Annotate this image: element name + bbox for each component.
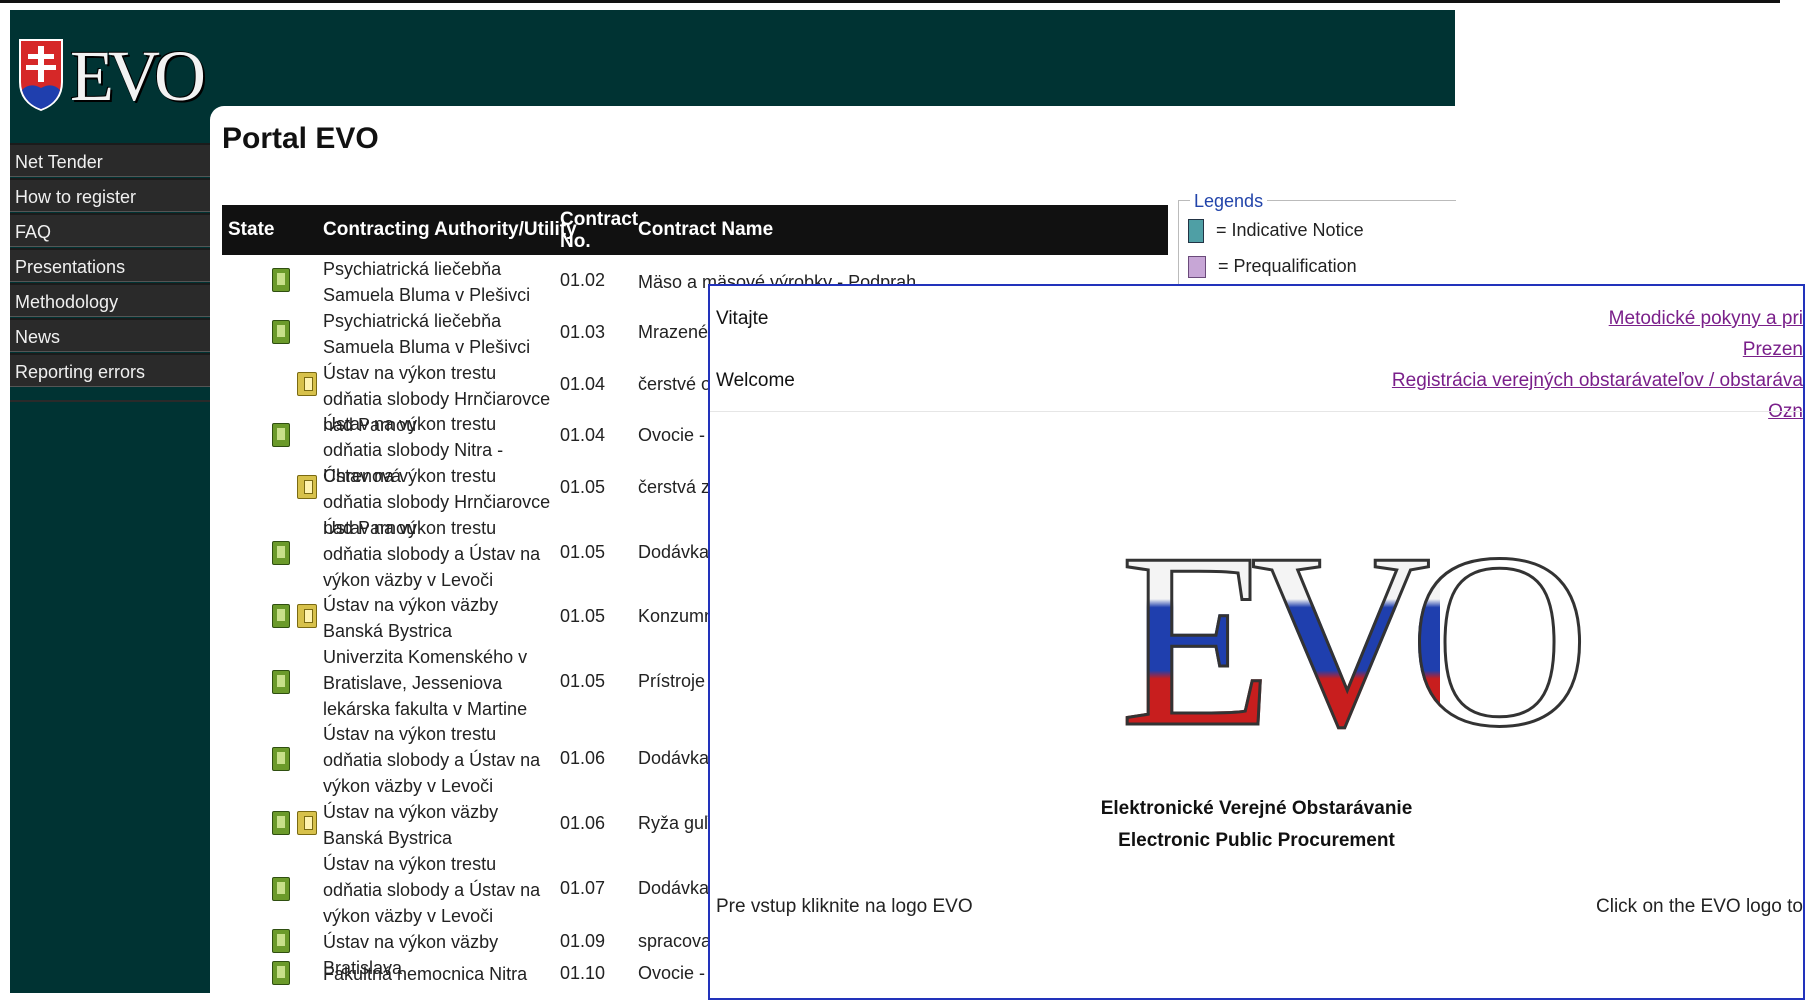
contract-name-cell[interactable]: Dodávka k — [638, 748, 718, 769]
notice-icon[interactable] — [272, 268, 290, 292]
nav-item-presentations[interactable]: Presentations — [10, 248, 210, 282]
nav-item-reporting-errors[interactable]: Reporting errors — [10, 353, 210, 387]
contract-name-cell[interactable]: Konzumn — [638, 606, 718, 627]
contract-name-cell[interactable]: čerstvé ov — [638, 374, 718, 395]
legend-prequalification: = Prequalification — [1188, 256, 1357, 279]
contract-name-cell[interactable]: Prístroje p — [638, 671, 718, 692]
authority-cell[interactable]: Psychiatrická liečebňa Samuela Bluma v P… — [323, 308, 553, 360]
notice-icon[interactable] — [272, 541, 290, 565]
enter-hint-sk: Pre vstup kliknite na logo EVO — [716, 896, 973, 917]
nav-divider — [10, 400, 210, 402]
authority-cell[interactable]: Ústav na výkon trestu odňatia slobody a … — [323, 851, 553, 929]
welcome-sk: Vitajte — [716, 308, 769, 329]
contract-name-cell[interactable]: Ryža guľa — [638, 813, 718, 834]
contract-name-cell[interactable]: Ovocie - z — [638, 963, 718, 984]
contract-name-cell[interactable]: čerstvá ze — [638, 477, 718, 498]
caption-en: Electronic Public Procurement — [1118, 830, 1395, 851]
legend-label: = Indicative Notice — [1216, 219, 1364, 240]
link-methodology-guidelines[interactable]: Metodické pokyny a pri — [1609, 308, 1803, 330]
header-bar — [210, 10, 1455, 106]
authority-cell[interactable]: Psychiatrická liečebňa Samuela Bluma v P… — [323, 256, 553, 308]
evo-logo[interactable]: EVO — [18, 38, 206, 118]
contract-no-cell: 01.04 — [560, 425, 606, 445]
caption-sk: Elektronické Verejné Obstarávanie — [1100, 798, 1413, 819]
page-title: Portal EVO — [222, 122, 379, 155]
top-border-line — [0, 0, 1780, 3]
column-header-contract-no[interactable]: Contract No. — [560, 209, 638, 253]
contract-no-cell: 01.07 — [560, 878, 606, 898]
notice-icon[interactable] — [272, 747, 290, 771]
contract-no-cell: 01.04 — [560, 374, 606, 394]
notice-icon[interactable] — [272, 811, 290, 835]
prequalification-doc-icon[interactable] — [297, 475, 317, 499]
link-registration[interactable]: Registrácia verejných obstarávateľov / o… — [1392, 370, 1803, 392]
logo-text: EVO — [70, 36, 206, 116]
prequalification-doc-icon[interactable] — [297, 372, 317, 396]
authority-cell[interactable]: Ústav na výkon väzby Banská Bystrica — [323, 592, 553, 644]
table-header: State Contracting Authority/Utility Cont… — [222, 205, 1168, 255]
nav-item-faq[interactable]: FAQ — [10, 213, 210, 247]
notice-icon[interactable] — [272, 670, 290, 694]
prequalification-doc-icon[interactable] — [297, 811, 317, 835]
sidebar-nav: Net Tender How to register FAQ Presentat… — [10, 143, 210, 388]
contract-no-cell: 01.02 — [560, 270, 606, 290]
authority-cell[interactable]: Ústav na výkon trestu odňatia slobody a … — [323, 515, 553, 593]
legend-indicative-notice: = Indicative Notice — [1188, 219, 1364, 243]
authority-cell[interactable]: Fakultná nemocnica Nitra — [323, 961, 553, 987]
overlay-divider — [710, 411, 1803, 412]
contract-name-cell[interactable]: Dodávka k — [638, 878, 718, 899]
slovak-shield-icon — [19, 39, 63, 112]
column-header-contract-name[interactable]: Contract Name — [638, 219, 773, 241]
notice-icon[interactable] — [272, 929, 290, 953]
notice-icon[interactable] — [272, 877, 290, 901]
contract-name-cell[interactable]: Ovocie - z — [638, 425, 718, 446]
enter-hint-en: Click on the EVO logo to — [1596, 896, 1803, 917]
contract-no-cell: 01.05 — [560, 671, 606, 691]
evo-big-logo[interactable]: EVO — [1119, 502, 1592, 779]
evo-big-logo-text: EVO — [1119, 502, 1592, 779]
notice-icon[interactable] — [272, 961, 290, 985]
nav-item-news[interactable]: News — [10, 318, 210, 352]
contract-name-cell[interactable]: Mrazené v — [638, 322, 718, 343]
contract-no-cell: 01.10 — [560, 963, 606, 983]
legend-label: = Prequalification — [1218, 256, 1357, 276]
contract-name-cell[interactable]: spracovan — [638, 931, 718, 952]
authority-cell[interactable]: Ústav na výkon väzby Banská Bystrica — [323, 799, 553, 851]
indicative-notice-icon — [1188, 219, 1204, 243]
nav-item-methodology[interactable]: Methodology — [10, 283, 210, 317]
nav-item-how-to-register[interactable]: How to register — [10, 178, 210, 212]
contract-no-cell: 01.06 — [560, 748, 606, 768]
contract-name-cell[interactable]: Dodávka b — [638, 542, 718, 563]
link-presentations[interactable]: Prezen — [1743, 339, 1803, 361]
column-header-state[interactable]: State — [228, 219, 274, 241]
contract-no-cell: 01.06 — [560, 813, 606, 833]
contract-no-cell: 01.03 — [560, 322, 606, 342]
contract-no-cell: 01.05 — [560, 542, 606, 562]
notice-icon[interactable] — [272, 423, 290, 447]
link-notices[interactable]: Ozn — [1768, 401, 1803, 423]
nav-item-net-tender[interactable]: Net Tender — [10, 143, 210, 177]
contract-no-cell: 01.05 — [560, 477, 606, 497]
authority-cell[interactable]: Univerzita Komenského v Bratislave, Jess… — [323, 644, 553, 722]
legends-title: Legends — [1190, 191, 1268, 212]
notice-icon[interactable] — [272, 320, 290, 344]
prequalification-icon — [1188, 256, 1206, 279]
prequalification-doc-icon[interactable] — [297, 604, 317, 628]
notice-icon[interactable] — [272, 604, 290, 628]
contract-no-cell: 01.09 — [560, 931, 606, 951]
welcome-en: Welcome — [716, 370, 795, 391]
authority-cell[interactable]: Ústav na výkon trestu odňatia slobody a … — [323, 721, 553, 799]
column-header-authority[interactable]: Contracting Authority/Utility — [323, 219, 577, 241]
contract-no-cell: 01.05 — [560, 606, 606, 626]
welcome-overlay-window: Vitajte Welcome Metodické pokyny a pri P… — [708, 284, 1805, 1000]
